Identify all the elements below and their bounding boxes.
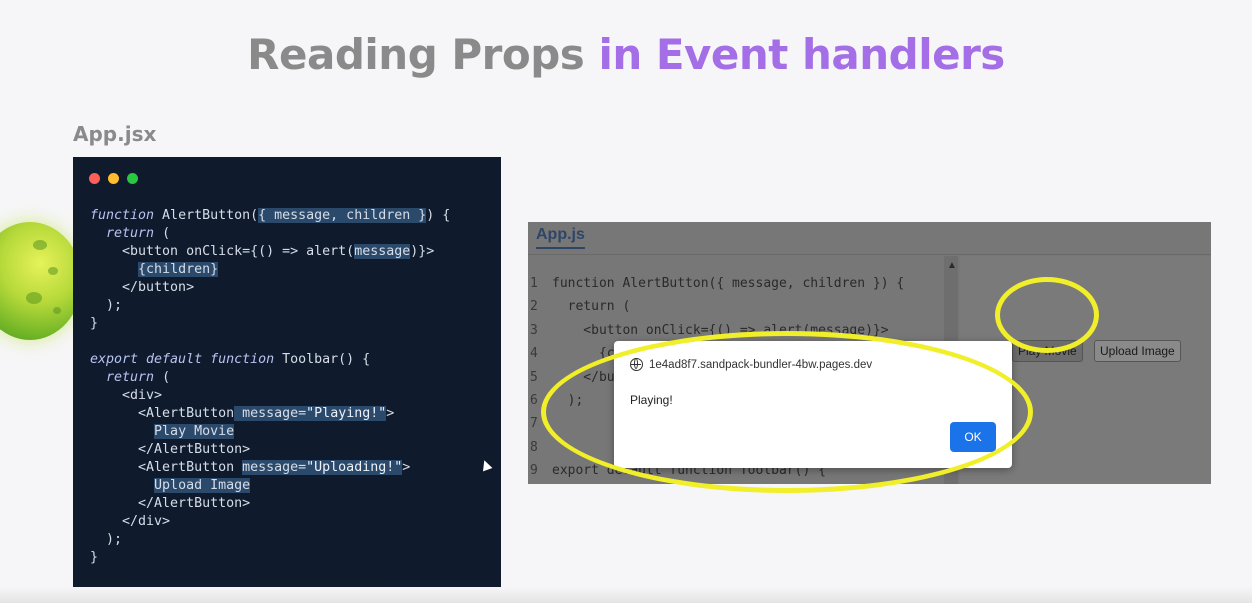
slide-title: Reading Props in Event handlers [0, 30, 1252, 79]
code-block: function AlertButton({ message, children… [90, 208, 451, 565]
highlight-ring-dialog [541, 331, 1033, 493]
window-close-dot [89, 173, 100, 184]
tab-app-js[interactable]: App.js [536, 226, 585, 249]
planet-icon [0, 222, 82, 340]
window-maximize-dot [127, 173, 138, 184]
file-label: App.jsx [73, 122, 157, 146]
upload-image-button[interactable]: Upload Image [1094, 340, 1181, 362]
slide-title-part2: in Event handlers [598, 30, 1005, 79]
highlight-ring-play-button [995, 277, 1099, 353]
slide-title-part1: Reading Props [247, 30, 585, 79]
code-panel: function AlertButton({ message, children… [73, 157, 501, 591]
window-minimize-dot [108, 173, 119, 184]
scroll-up-icon[interactable]: ▲ [947, 260, 957, 271]
